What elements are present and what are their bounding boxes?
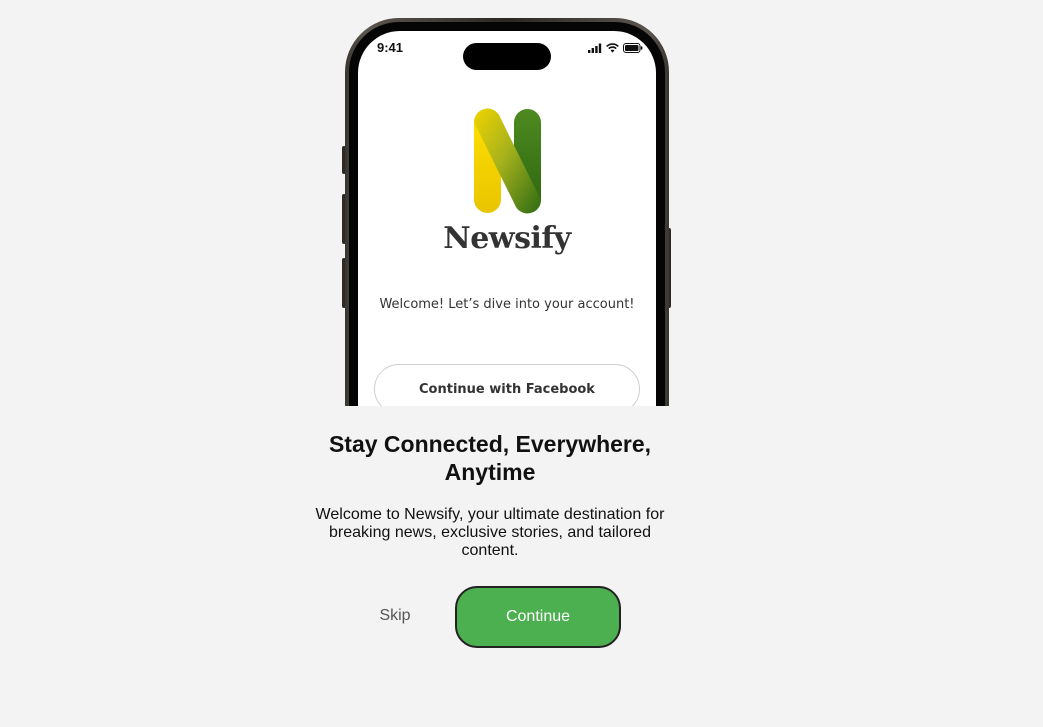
- onboarding-description: Welcome to Newsify, your ultimate destin…: [315, 506, 665, 559]
- phone-frame: 9:41 Newsify Welcome! Let’s dive into yo…: [345, 18, 669, 406]
- skip-button[interactable]: Skip: [360, 600, 430, 632]
- facebook-button-label: Continue with Facebook: [419, 381, 595, 397]
- status-time: 9:41: [377, 40, 404, 55]
- status-icons: [588, 43, 643, 53]
- welcome-message: Welcome! Let’s dive into your account!: [379, 297, 635, 312]
- signal-icon: [588, 43, 602, 53]
- phone-mockup: 9:41 Newsify Welcome! Let’s dive into yo…: [340, 14, 676, 406]
- continue-with-facebook-button[interactable]: Continue with Facebook: [374, 364, 640, 406]
- continue-button[interactable]: Continue: [455, 586, 621, 648]
- dynamic-island: [463, 43, 551, 70]
- onboarding-headline: Stay Connected, Everywhere, Anytime: [328, 431, 652, 485]
- newsify-logo-icon: [473, 108, 543, 214]
- skip-button-label: Skip: [379, 607, 411, 624]
- wifi-icon: [606, 43, 619, 53]
- brand-name: Newsify: [443, 221, 571, 256]
- phone-screen: 9:41 Newsify Welcome! Let’s dive into yo…: [358, 31, 656, 406]
- battery-icon: [623, 43, 643, 53]
- continue-button-label: Continue: [505, 608, 571, 625]
